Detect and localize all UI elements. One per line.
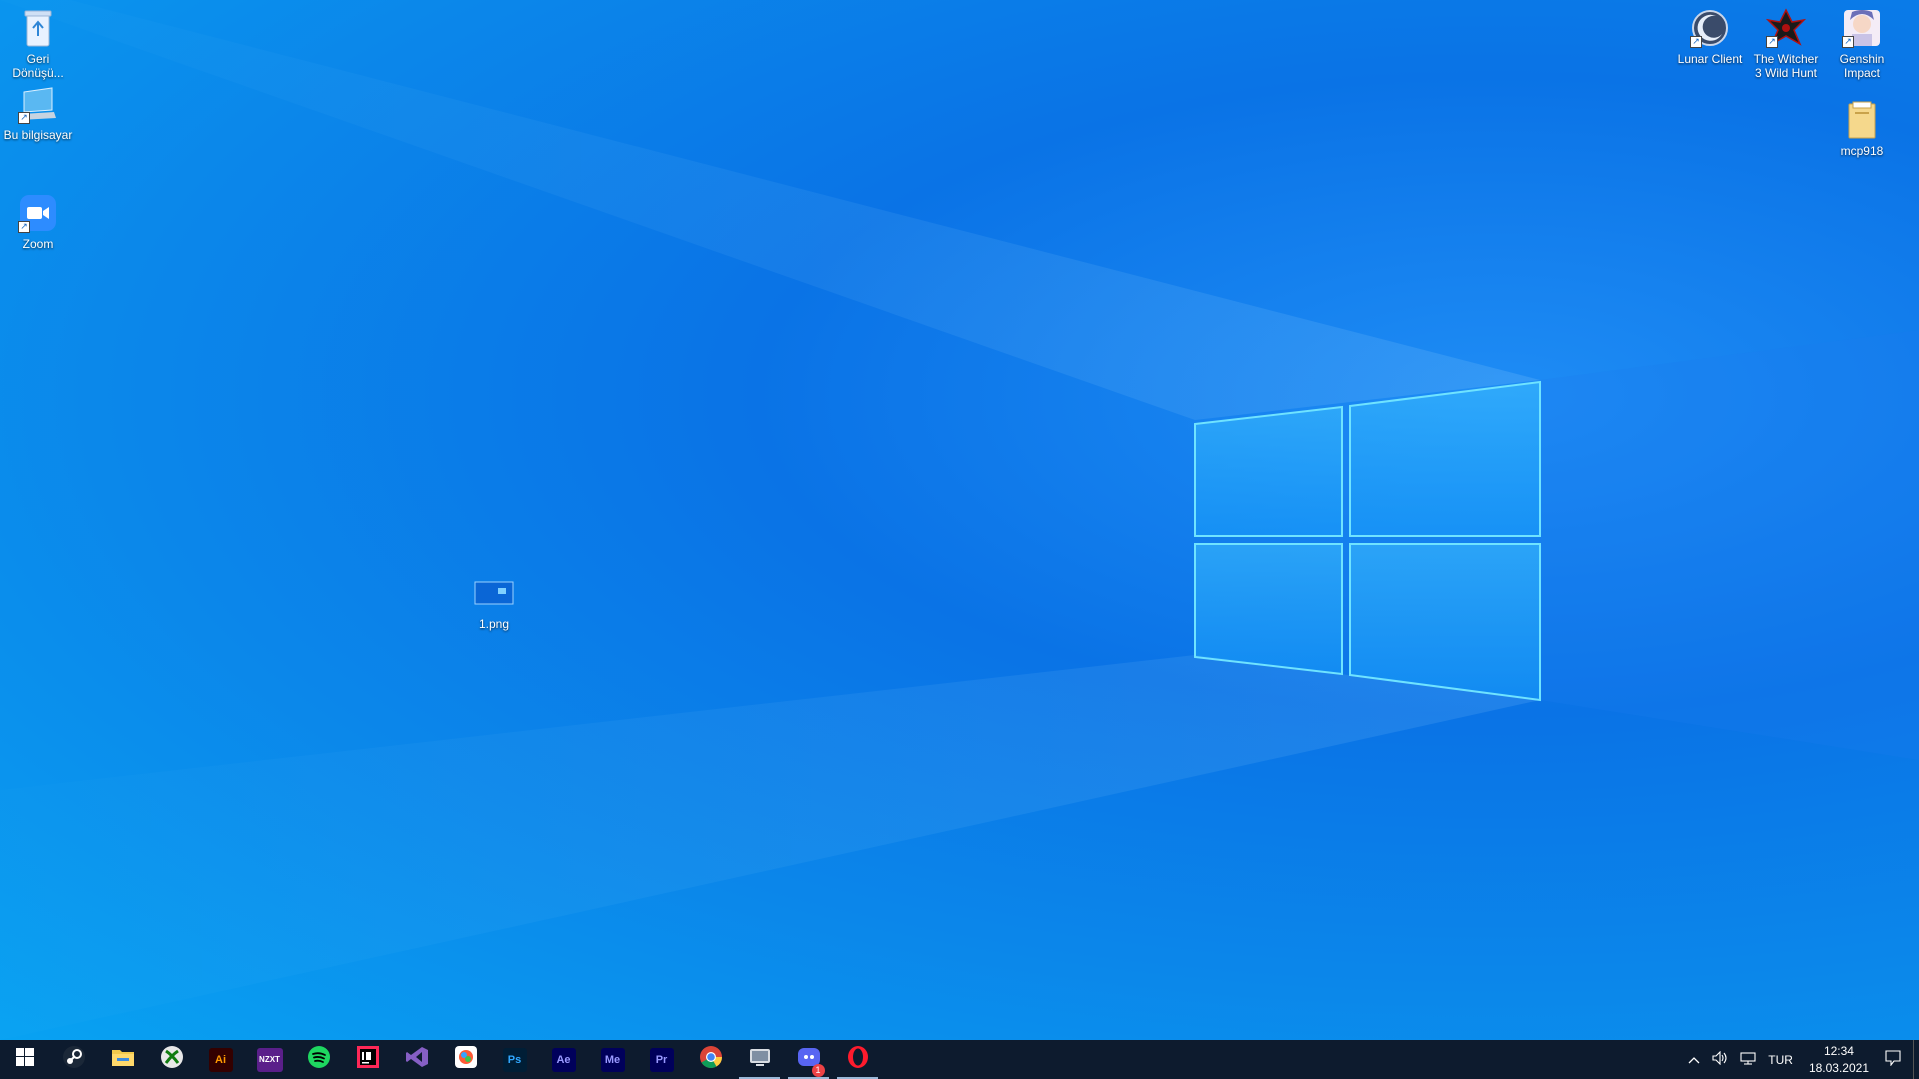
- xbox-icon: [160, 1045, 184, 1074]
- desktop-icon-witcher3[interactable]: ↗ The Witcher 3 Wild Hunt: [1748, 6, 1824, 80]
- desktop[interactable]: Geri Dönüşü... ↗ Bu bilgisayar ↗ Zoom 1.…: [0, 0, 1919, 1040]
- opera-icon: [846, 1045, 870, 1074]
- wallpaper-light-beams: [0, 0, 1919, 1040]
- desktop-icon-mcp918[interactable]: mcp918: [1824, 98, 1900, 158]
- clock[interactable]: 12:34 18.03.2021: [1799, 1043, 1879, 1077]
- windows-logo-wallpaper: [1194, 380, 1541, 702]
- taskbar-intellij[interactable]: [343, 1040, 392, 1079]
- desktop-icon-label: Zoom: [22, 237, 54, 251]
- taskbar-chrome[interactable]: [686, 1040, 735, 1079]
- shortcut-arrow-icon: ↗: [1690, 36, 1702, 48]
- steam-icon: [62, 1045, 86, 1074]
- taskbar-after-effects[interactable]: Ae: [539, 1040, 588, 1079]
- illustrator-icon: Ai: [208, 1047, 233, 1072]
- taskbar-media-encoder[interactable]: Me: [588, 1040, 637, 1079]
- clock-time: 12:34: [1823, 1043, 1854, 1058]
- intellij-icon: [356, 1045, 380, 1074]
- show-desktop-button[interactable]: [1913, 1040, 1919, 1079]
- taskbar-nzxt-cam[interactable]: NZXT: [245, 1040, 294, 1079]
- genshin-impact-icon: ↗: [1840, 6, 1884, 50]
- volume-button[interactable]: [1706, 1050, 1734, 1068]
- desktop-icon-1-png[interactable]: 1.png: [456, 571, 532, 631]
- notification-icon: [1885, 1050, 1901, 1069]
- shortcut-arrow-icon: ↗: [1842, 36, 1854, 48]
- taskbar-opera[interactable]: [833, 1040, 882, 1079]
- show-hidden-icons-button[interactable]: [1682, 1053, 1706, 1067]
- discord-icon: 1: [797, 1045, 825, 1077]
- taskbar-settings[interactable]: [735, 1040, 784, 1079]
- desktop-icon-lunar-client[interactable]: ↗ Lunar Client: [1672, 6, 1748, 66]
- speaker-icon: [1712, 1050, 1728, 1068]
- shortcut-arrow-icon: ↗: [18, 112, 30, 124]
- nzxt-icon: NZXT: [256, 1047, 283, 1072]
- taskbar-premiere[interactable]: Pr: [637, 1040, 686, 1079]
- this-pc-icon: ↗: [16, 82, 60, 126]
- recycle-bin-icon: [16, 6, 60, 50]
- taskbar: Ai NZXT Ps Ae Me Pr 1 TUR 12:34 18.03.20…: [0, 1040, 1919, 1079]
- desktop-icon-label: Bu bilgisayar: [3, 128, 73, 142]
- lunar-client-icon: ↗: [1688, 6, 1732, 50]
- after-effects-icon: Ae: [551, 1047, 576, 1072]
- paint-icon: [454, 1045, 478, 1074]
- action-center-button[interactable]: [1879, 1050, 1907, 1069]
- shortcut-arrow-icon: ↗: [18, 221, 30, 233]
- visual-studio-icon: [405, 1045, 429, 1074]
- system-tray: TUR 12:34 18.03.2021: [1682, 1040, 1919, 1079]
- desktop-icon-label: Lunar Client: [1677, 52, 1743, 66]
- folder-icon: [111, 1046, 135, 1073]
- zoom-icon: ↗: [16, 191, 60, 235]
- windows-start-icon: [15, 1048, 34, 1071]
- start-button[interactable]: [0, 1040, 49, 1079]
- chrome-icon: [699, 1045, 723, 1074]
- premiere-icon: Pr: [649, 1047, 674, 1072]
- network-icon: [1740, 1051, 1756, 1068]
- taskbar-photoshop[interactable]: Ps: [490, 1040, 539, 1079]
- folder-icon: [1840, 98, 1884, 142]
- image-file-icon: [472, 571, 516, 615]
- shortcut-arrow-icon: ↗: [1766, 36, 1778, 48]
- taskbar-paint[interactable]: [441, 1040, 490, 1079]
- desktop-icon-label: Geri Dönüşü...: [12, 52, 64, 80]
- desktop-icon-genshin-impact[interactable]: ↗ Genshin Impact: [1824, 6, 1900, 80]
- taskbar-visual-studio[interactable]: [392, 1040, 441, 1079]
- media-encoder-icon: Me: [600, 1047, 625, 1072]
- input-language-button[interactable]: TUR: [1762, 1053, 1799, 1067]
- desktop-icon-label: mcp918: [1840, 144, 1884, 158]
- clock-date: 18.03.2021: [1808, 1060, 1869, 1075]
- taskbar-spotify[interactable]: [294, 1040, 343, 1079]
- taskbar-illustrator[interactable]: Ai: [196, 1040, 245, 1079]
- gear-icon: [748, 1045, 772, 1074]
- taskbar-steam[interactable]: [49, 1040, 98, 1079]
- taskbar-file-explorer[interactable]: [98, 1040, 147, 1079]
- spotify-icon: [307, 1045, 331, 1074]
- notification-badge: 1: [811, 1064, 825, 1077]
- network-button[interactable]: [1734, 1051, 1762, 1068]
- desktop-icon-label: 1.png: [478, 617, 510, 631]
- desktop-icon-zoom[interactable]: ↗ Zoom: [0, 191, 76, 251]
- desktop-icon-recycle-bin[interactable]: Geri Dönüşü...: [0, 6, 76, 80]
- desktop-icon-label: The Witcher 3 Wild Hunt: [1753, 52, 1819, 80]
- desktop-icon-this-pc[interactable]: ↗ Bu bilgisayar: [0, 82, 76, 142]
- chevron-up-icon: [1688, 1053, 1700, 1067]
- witcher3-icon: ↗: [1764, 6, 1808, 50]
- taskbar-discord[interactable]: 1: [784, 1040, 833, 1079]
- taskbar-xbox[interactable]: [147, 1040, 196, 1079]
- photoshop-icon: Ps: [502, 1047, 527, 1072]
- desktop-icon-label: Genshin Impact: [1839, 52, 1885, 80]
